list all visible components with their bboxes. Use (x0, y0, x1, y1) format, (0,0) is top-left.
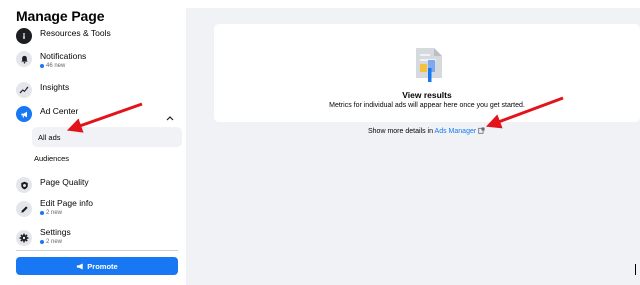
external-link-icon[interactable] (478, 127, 485, 136)
unread-dot (40, 240, 44, 244)
sidebar-divider (16, 250, 178, 251)
card-title: View results (402, 90, 452, 100)
sidebar-item-label: Insights (40, 82, 70, 92)
settings-count-text: 2 new (46, 239, 63, 245)
edit-info-count: 2 new (40, 210, 93, 216)
edit-info-count-text: 2 new (46, 210, 63, 216)
sidebar-item-label: Notifications (40, 51, 87, 61)
sidebar-item-settings[interactable]: Settings 2 new (16, 227, 182, 246)
document-illustration-icon (414, 44, 446, 89)
main-content: View results Metrics for individual ads … (186, 8, 640, 285)
insights-icon (16, 82, 32, 98)
promote-button[interactable]: Promote (16, 257, 178, 275)
megaphone-icon (77, 262, 84, 270)
sidebar-item-page-quality[interactable]: Page Quality (16, 177, 182, 193)
sidebar-item-label: Ad Center (40, 106, 79, 116)
chevron-up-icon[interactable] (166, 108, 174, 126)
text-cursor (635, 264, 636, 275)
unread-dot (40, 64, 44, 68)
sidebar-item-resources-tools[interactable]: Resources & Tools (16, 28, 182, 44)
sidebar-item-label: Resources & Tools (40, 28, 111, 38)
sidebar-item-label: Edit Page info (40, 198, 93, 208)
sidebar-item-label: Settings (40, 227, 71, 237)
sidebar-item-ad-center[interactable]: Ad Center (16, 106, 182, 122)
sidebar-subitem-all-ads[interactable]: All ads (32, 127, 182, 147)
sidebar-item-edit-page-info[interactable]: Edit Page info 2 new (16, 198, 182, 217)
sidebar-subitem-audiences[interactable]: Audiences (34, 154, 69, 163)
page-title: Manage Page (16, 8, 105, 24)
more-details-prefix: Show more details in (368, 128, 433, 135)
info-icon (16, 28, 32, 44)
shield-icon (16, 177, 32, 193)
unread-dot (40, 211, 44, 215)
sidebar-item-label: Page Quality (40, 177, 89, 187)
bell-icon (16, 51, 32, 67)
settings-count: 2 new (40, 239, 71, 245)
results-card: View results Metrics for individual ads … (214, 24, 640, 122)
promote-button-label: Promote (87, 261, 118, 271)
card-description: Metrics for individual ads will appear h… (329, 102, 525, 109)
sidebar: Manage Page Resources & Tools Notificati… (0, 0, 186, 285)
notification-count: 46 new (40, 63, 86, 69)
ads-manager-link[interactable]: Ads Manager (435, 128, 477, 135)
pencil-icon (16, 201, 32, 217)
sidebar-subitem-label: All ads (38, 133, 61, 142)
megaphone-icon (16, 106, 32, 122)
notification-count-text: 46 new (46, 63, 66, 69)
more-details-text: Show more details in Ads Manager (368, 127, 485, 136)
gear-icon (16, 230, 32, 246)
sidebar-item-insights[interactable]: Insights (16, 82, 182, 98)
sidebar-item-notifications[interactable]: Notifications 46 new (16, 51, 182, 69)
